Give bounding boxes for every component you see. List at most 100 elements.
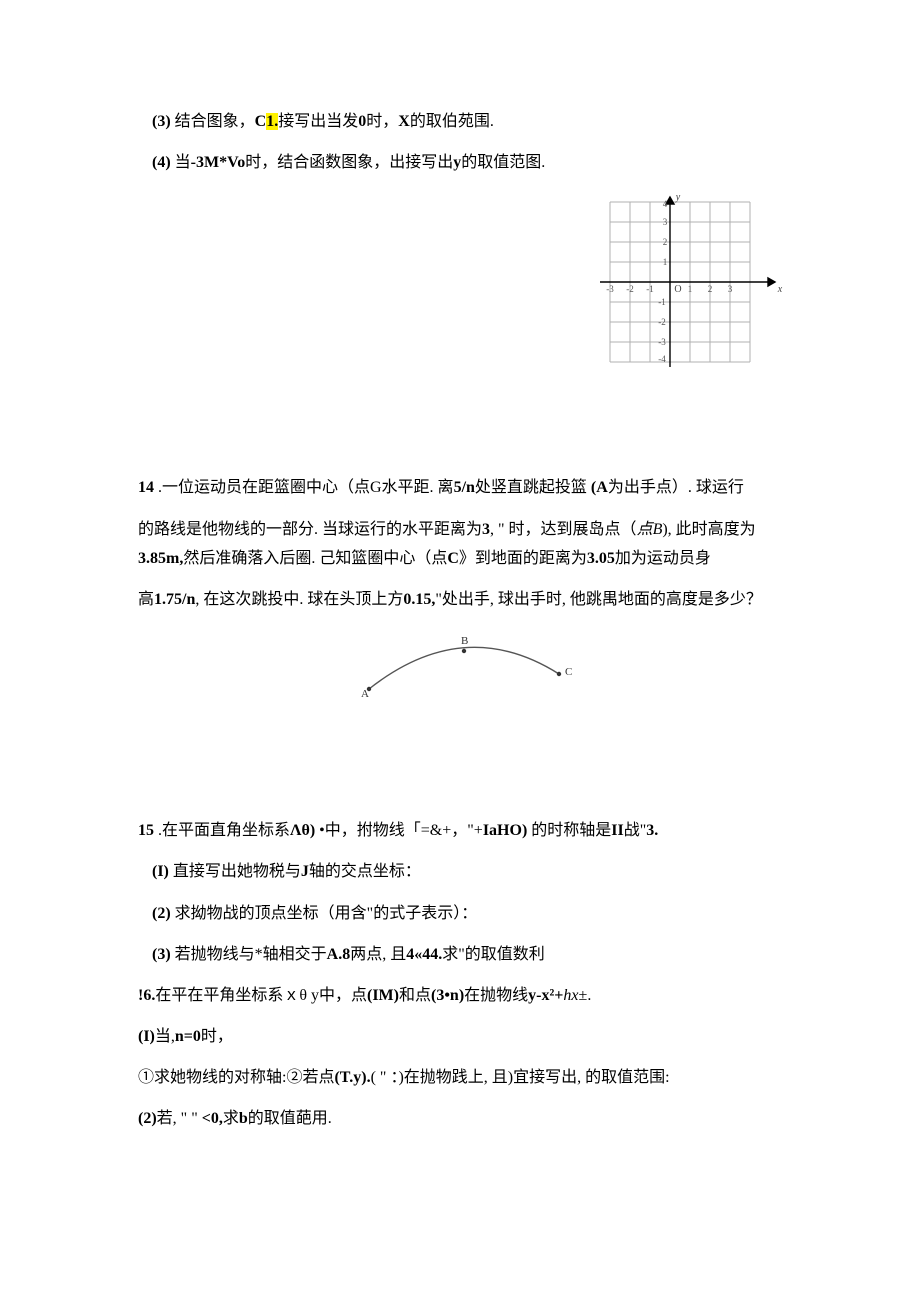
q15-sub2: (2) 求拗物战的顶点坐标（用含"的式子表示）： xyxy=(138,902,790,925)
q16-sub1: (I)当,n=0时， xyxy=(138,1025,790,1048)
letter-b: b xyxy=(239,1110,248,1127)
q16-num: !6. xyxy=(138,987,155,1004)
q15-line1: 15 .在平面直角坐标系Λθ) •中，拊物线「=&+，"+IaHO) 的时称轴是… xyxy=(138,819,790,842)
text: 接写出当发 xyxy=(278,113,358,130)
expr: -3M*Vo xyxy=(191,154,246,171)
q16-sub2: (2)若, " " <0,求b的取值葩用. xyxy=(138,1107,790,1130)
text: ( " ：)在抛物践上, 且)宜接写出, 的取值范围: xyxy=(371,1069,670,1086)
axis-y-label: y xyxy=(675,192,681,203)
q15-sub3: (3) 若抛物线与*轴相交于A.8两点, 且4«44.求"的取值数利 xyxy=(138,943,790,966)
q13-sub4: (4) 当-3M*Vo时，结合函数图象，出接写出y的取值范图. xyxy=(138,151,790,174)
lt0: <0, xyxy=(202,1110,223,1127)
xtick: 1 xyxy=(688,284,693,294)
text: 若抛物线与*轴相交于 xyxy=(175,946,327,963)
ytick: -4 xyxy=(658,354,666,364)
origin-label: O xyxy=(674,284,681,295)
text: 的时称轴是 xyxy=(527,822,611,839)
label-3: (3) xyxy=(152,946,171,963)
text: 当, xyxy=(155,1028,175,1045)
letter-c: C xyxy=(255,113,267,130)
q15-sub1: (I) 直接写出她物税与J轴的交点坐标： xyxy=(138,860,790,883)
height: 3.85m, xyxy=(138,550,183,567)
text: 高 xyxy=(138,591,154,608)
text: 若, " " xyxy=(157,1110,202,1127)
ytick: 4 xyxy=(663,199,668,209)
pt2: (3•n) xyxy=(431,987,464,1004)
text: 然后准确落入后圈. 己知篮圈中心（点 xyxy=(183,550,447,567)
ytick: -3 xyxy=(658,337,666,347)
q16-sub1-detail: ①求她物线的对称轴:②若点(T.y).( " ：)在抛物践上, 且)宜接写出, … xyxy=(138,1066,790,1089)
sym2: IaHO) xyxy=(483,822,527,839)
text: ), 此时高度为 xyxy=(662,521,755,538)
letter-x: X xyxy=(398,113,410,130)
q14-line1: 14 .一位运动员在距篮圈中心（点G水平距. 离5/n处竖直跳起投篮 (A为出手… xyxy=(138,476,790,499)
coordinate-grid-figure: x y O -3 -2 -1 1 2 3 1 2 3 4 -1 -2 -3 -4 xyxy=(138,192,790,372)
text: 当 xyxy=(175,154,191,171)
label-3: (3) xyxy=(152,113,171,130)
text: .在平面直角坐标系 xyxy=(154,822,290,839)
text: 的取值葩用. xyxy=(248,1110,332,1127)
text: , 在这次跳投中. 球在头顶上方 xyxy=(195,591,403,608)
text: 时， xyxy=(201,1028,233,1045)
text: 》到地面的距离为 xyxy=(459,550,587,567)
text: "处出手, 球出手时, 他跳禺地面的高度是多少？ xyxy=(435,591,762,608)
xtick: -3 xyxy=(606,284,614,294)
q14-number: 14 xyxy=(138,479,154,496)
height2: 1.75/n xyxy=(154,591,195,608)
label-2: (2) xyxy=(152,905,171,922)
ytick: 3 xyxy=(663,217,668,227)
hx: hx xyxy=(563,987,578,1004)
text: 的取值范图. xyxy=(461,154,545,171)
q15-number: 15 xyxy=(138,822,154,839)
label-I: (I) xyxy=(138,1028,155,1045)
text: 为出手点）. 球运行 xyxy=(608,479,744,496)
ytick: 1 xyxy=(663,257,668,267)
q16-head: !6.在平在平角坐标系ｘθ y中，点(IM)和点(3•n)在抛物线y-x²+hx… xyxy=(138,984,790,1007)
text: 加为运动员身 xyxy=(615,550,711,567)
text: , " 时，达到展岛点（ xyxy=(490,521,637,538)
text: 战" xyxy=(624,822,647,839)
q13-sub3: (3) 结合图象，C1.接写出当发0时，X的取伯苑围. xyxy=(138,110,790,133)
axis-x-label: x xyxy=(777,284,783,295)
pts: A.8 xyxy=(327,946,351,963)
q14-line3: 3.85m,然后准确落入后圈. 己知篮圈中心（点C》到地面的距离为3.05加为运… xyxy=(138,547,790,570)
arc-label-b: B xyxy=(461,635,468,647)
pt1: (IM) xyxy=(367,987,399,1004)
text: ①求她物线的对称轴:②若点 xyxy=(138,1069,334,1086)
xtick: -2 xyxy=(626,284,634,294)
letter-j: J xyxy=(301,863,309,880)
ytick: 2 xyxy=(663,237,668,247)
dist: 3.05 xyxy=(587,550,615,567)
letter-y: y xyxy=(453,154,461,171)
point-b: 点B xyxy=(637,521,663,538)
text: 轴的交点坐标： xyxy=(309,863,421,880)
arc-label-a: A xyxy=(361,688,369,699)
text: 时，结合函数图象，出接写出 xyxy=(245,154,453,171)
sym3: II xyxy=(611,822,623,839)
highlight-1: 1. xyxy=(266,113,278,130)
text: 处竖直跳起投篮 xyxy=(475,479,591,496)
expr: y-x²+ xyxy=(528,987,563,1004)
xtick: 2 xyxy=(708,284,713,294)
ytick: -2 xyxy=(658,317,666,327)
num3: 3. xyxy=(646,822,658,839)
arc-label-c: C xyxy=(565,666,572,678)
text: 的路线是他物线的一部分. 当球运行的水平距离为 xyxy=(138,521,482,538)
text: 在平在平角坐标系ｘθ y中，点 xyxy=(155,987,367,1004)
ytick: -1 xyxy=(658,297,666,307)
text: 时， xyxy=(366,113,398,130)
distance: 5/n xyxy=(454,479,475,496)
paren-A: (A xyxy=(591,479,608,496)
text: 的取伯苑围. xyxy=(410,113,494,130)
pt: (T.y). xyxy=(334,1069,370,1086)
text: 和点 xyxy=(399,987,431,1004)
label-2: (2) xyxy=(138,1110,157,1127)
q14-line4: 高1.75/n, 在这次跳投中. 球在头顶上方0.15,"处出手, 球出手时, … xyxy=(138,588,790,611)
n0: n=0 xyxy=(175,1028,201,1045)
text: •中，拊物线「=&+，"+ xyxy=(315,822,483,839)
text: 求拗物战的顶点坐标（用含"的式子表示）： xyxy=(175,905,478,922)
num: 3 xyxy=(482,521,490,538)
coordinate-grid: x y O -3 -2 -1 1 2 3 1 2 3 4 -1 -2 -3 -4 xyxy=(590,192,790,372)
cond: 4«44. xyxy=(406,946,442,963)
text: 在抛物线 xyxy=(464,987,528,1004)
